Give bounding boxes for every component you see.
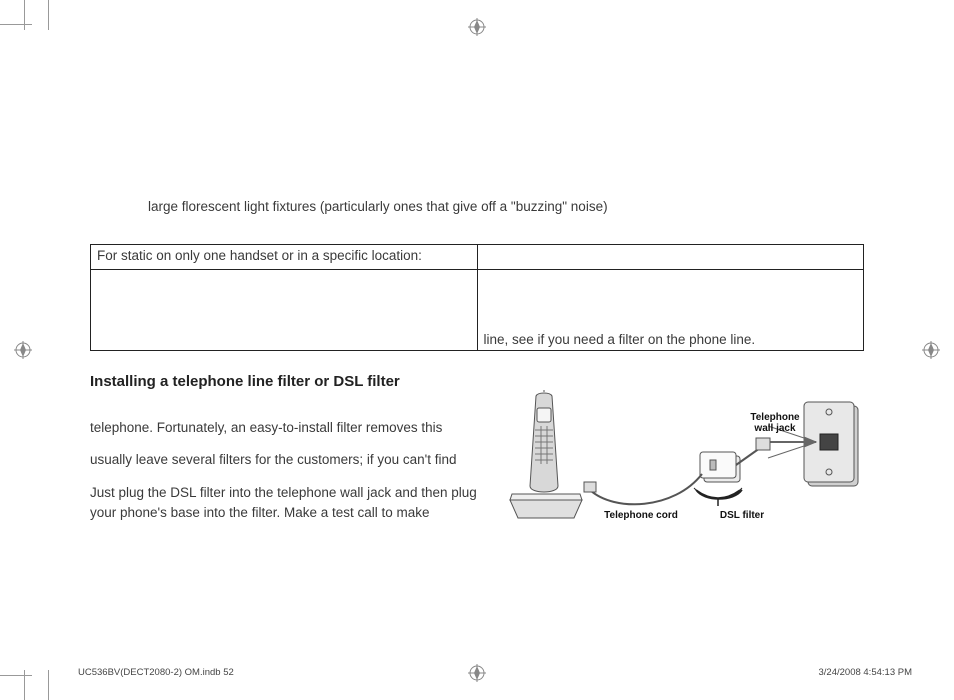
diagram-label-filter: DSL filter xyxy=(720,510,764,521)
footer-timestamp: 3/24/2008 4:54:13 PM xyxy=(819,667,913,678)
crop-mark xyxy=(48,0,49,30)
registration-mark-icon xyxy=(468,18,486,36)
paragraph: Just plug the DSL filter into the teleph… xyxy=(90,483,506,524)
registration-mark-icon xyxy=(14,341,32,359)
body-column: telephone. Fortunately, an easy-to-insta… xyxy=(90,418,506,523)
crop-mark xyxy=(0,675,32,676)
table-cell: For static on only one handset or in a s… xyxy=(91,245,478,270)
dsl-filter-icon xyxy=(700,438,770,482)
telephone-cord-icon xyxy=(590,474,702,504)
paragraph-fragment: telephone. Fortunately, an easy-to-insta… xyxy=(90,418,506,438)
crop-mark xyxy=(48,670,49,700)
diagram-label-cord: Telephone cord xyxy=(604,510,678,521)
footer-filename: UC536BV(DECT2080-2) OM.indb 52 xyxy=(78,667,234,678)
table-cell xyxy=(91,270,478,351)
document-page: large florescent light fixtures (particu… xyxy=(0,0,954,700)
handset-icon xyxy=(530,390,558,492)
diagram-label-jack-1: Telephone xyxy=(750,412,800,423)
paragraph-fragment: usually leave several filters for the cu… xyxy=(90,450,506,470)
registration-mark-icon xyxy=(922,341,940,359)
table-cell xyxy=(477,245,864,270)
print-footer: UC536BV(DECT2080-2) OM.indb 52 3/24/2008… xyxy=(78,667,912,678)
table-cell: line, see if you need a filter on the ph… xyxy=(477,270,864,351)
crop-mark xyxy=(0,24,32,25)
continuation-line: large florescent light fixtures (particu… xyxy=(148,198,864,216)
dsl-filter-diagram: Telephone cord DSL filter Telephone wall… xyxy=(504,390,864,550)
section-heading: Installing a telephone line filter or DS… xyxy=(90,373,864,390)
troubleshooting-table: For static on only one handset or in a s… xyxy=(90,244,864,351)
phone-base-icon xyxy=(510,494,582,518)
crop-mark xyxy=(24,0,25,30)
diagram-label-jack-2: wall jack xyxy=(753,423,796,434)
